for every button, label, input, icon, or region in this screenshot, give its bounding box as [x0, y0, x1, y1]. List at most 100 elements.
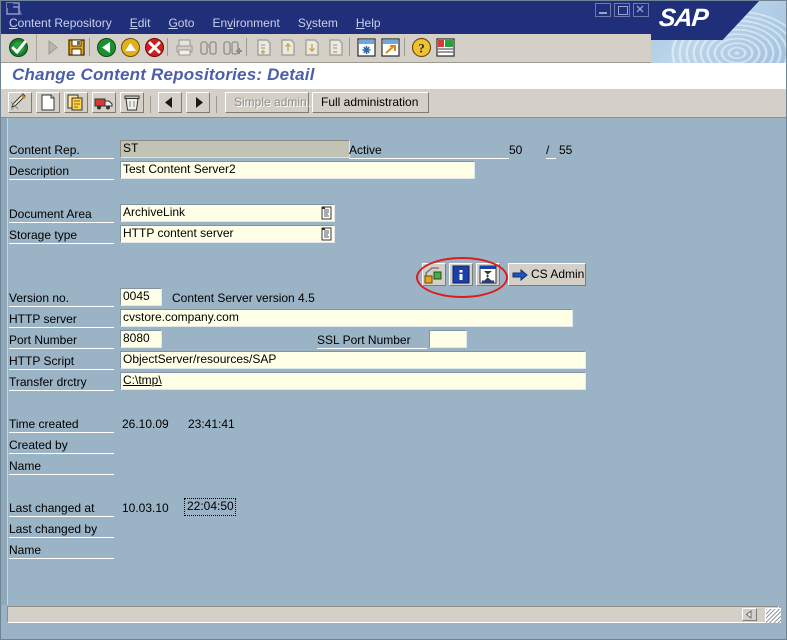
menu-help[interactable]: Help: [347, 14, 390, 32]
transfer-drctry-label: Transfer drctry: [9, 374, 114, 391]
status-strip: [0, 624, 787, 640]
display-change-button[interactable]: [8, 92, 32, 113]
enter-check-icon[interactable]: [8, 37, 29, 58]
created-name-label: Name: [9, 458, 114, 475]
scroll-left-button[interactable]: [742, 608, 757, 621]
minimize-button[interactable]: [595, 3, 611, 17]
cs-admin-button[interactable]: CS Admin: [508, 263, 586, 286]
find-icon: [198, 37, 219, 58]
menu-edit[interactable]: Edit: [121, 14, 160, 32]
command-arrow-icon: [42, 37, 63, 58]
toolbar-separator-3: [246, 38, 247, 56]
content-rep-label: Content Rep.: [9, 142, 114, 159]
version-no-input[interactable]: 0045: [120, 288, 162, 306]
toolbar-separator: [89, 38, 90, 56]
toolbar-separator-4: [349, 38, 350, 56]
app-toolbar-separator: [150, 96, 151, 113]
toolbar-separator-2: [167, 38, 168, 56]
description-input[interactable]: Test Content Server2: [120, 161, 475, 179]
last-changed-at-label: Last changed at: [9, 500, 114, 517]
certificate-button[interactable]: [422, 263, 446, 286]
help-icon[interactable]: ?: [411, 37, 432, 58]
port-number-label: Port Number: [9, 332, 114, 349]
document-area-input[interactable]: ArchiveLink: [120, 204, 335, 222]
menu-environment[interactable]: Environment: [203, 14, 288, 32]
previous-page-icon: [277, 37, 298, 58]
menu-bar: Content RepositoryEditGotoEnvironmentSys…: [0, 14, 660, 34]
svg-text:?: ?: [418, 41, 425, 56]
last-changed-time[interactable]: 22:04:50: [184, 498, 236, 516]
create-button[interactable]: [36, 92, 60, 113]
create-session-icon[interactable]: [356, 37, 377, 58]
copy-button[interactable]: [64, 92, 88, 113]
document-area-value-help-icon[interactable]: [320, 206, 333, 220]
full-administration-button[interactable]: Full administration: [312, 92, 429, 113]
window-controls: [592, 3, 649, 16]
last-changed-name-label: Name: [9, 542, 114, 559]
cancel-icon[interactable]: [144, 37, 165, 58]
create-shortcut-icon[interactable]: [380, 37, 401, 58]
close-button[interactable]: [633, 3, 649, 17]
right-arrow-icon: [512, 268, 528, 282]
last-changed-date: 10.03.10: [122, 500, 169, 517]
content-rep-input[interactable]: ST: [120, 140, 350, 158]
active-current-count: 50: [509, 142, 549, 159]
active-separator: /: [546, 142, 556, 159]
maximize-button[interactable]: [614, 3, 630, 17]
print-icon: [174, 37, 195, 58]
save-icon[interactable]: [66, 37, 87, 58]
first-page-icon: [253, 37, 274, 58]
main-toolbar: ?: [0, 34, 651, 63]
version-no-label: Version no.: [9, 290, 114, 307]
http-script-input[interactable]: ObjectServer/resources/SAP: [120, 351, 586, 369]
time-created-label: Time created: [9, 416, 114, 433]
left-gutter: [0, 118, 8, 605]
menu-content-repository[interactable]: Content Repository: [0, 14, 121, 32]
sap-wordmark: SAP: [657, 4, 708, 33]
storage-type-value-help-icon[interactable]: [320, 227, 333, 241]
customize-layout-icon[interactable]: [435, 37, 456, 58]
application-toolbar: Simple admin. Full administration: [0, 89, 787, 118]
transport-button[interactable]: [92, 92, 116, 113]
page-title-bar: Change Content Repositories: Detail: [0, 63, 787, 89]
menu-system[interactable]: System: [289, 14, 347, 32]
active-label: Active: [349, 142, 509, 159]
test-connection-button[interactable]: [476, 263, 500, 286]
info-button[interactable]: [449, 263, 473, 286]
exit-icon[interactable]: [120, 37, 141, 58]
ssl-port-number-label: SSL Port Number: [317, 332, 427, 349]
menu-goto[interactable]: Goto: [159, 14, 203, 32]
previous-entry-button[interactable]: [158, 92, 182, 113]
http-server-input[interactable]: cvstore.company.com: [120, 309, 573, 327]
next-entry-button[interactable]: [186, 92, 210, 113]
sap-logo: SAP: [650, 0, 787, 70]
time-created-time: 23:41:41: [188, 416, 235, 433]
find-next-icon: [222, 37, 243, 58]
created-by-label: Created by: [9, 437, 114, 454]
http-server-label: HTTP server: [9, 311, 114, 328]
cs-admin-label: CS Admin: [531, 267, 584, 281]
port-number-input[interactable]: 8080: [120, 330, 162, 348]
time-created-date: 26.10.09: [122, 416, 169, 433]
storage-type-input[interactable]: HTTP content server: [120, 225, 335, 243]
delete-button[interactable]: [120, 92, 144, 113]
toolbar-separator-5: [404, 38, 405, 56]
back-icon[interactable]: [96, 37, 117, 58]
resize-grip[interactable]: [765, 608, 781, 623]
transfer-drctry-value: C:\tmp\: [123, 373, 162, 387]
transfer-drctry-input[interactable]: C:\tmp\: [120, 372, 586, 390]
last-changed-by-label: Last changed by: [9, 521, 114, 538]
ssl-port-number-input[interactable]: [429, 330, 467, 348]
active-total-count: 55: [559, 142, 583, 159]
sap-gui-window: Content RepositoryEditGotoEnvironmentSys…: [0, 0, 787, 640]
page-title: Change Content Repositories: Detail: [12, 65, 315, 85]
app-toolbar-separator-2: [216, 96, 217, 113]
horizontal-scrollbar[interactable]: [7, 606, 779, 623]
http-script-label: HTTP Script: [9, 353, 114, 370]
simple-admin-button[interactable]: Simple admin.: [225, 92, 309, 113]
next-page-icon: [301, 37, 322, 58]
document-area-label: Document Area: [9, 206, 114, 223]
last-page-icon: [325, 37, 346, 58]
description-label: Description: [9, 163, 114, 180]
version-no-note: Content Server version 4.5: [172, 290, 315, 307]
